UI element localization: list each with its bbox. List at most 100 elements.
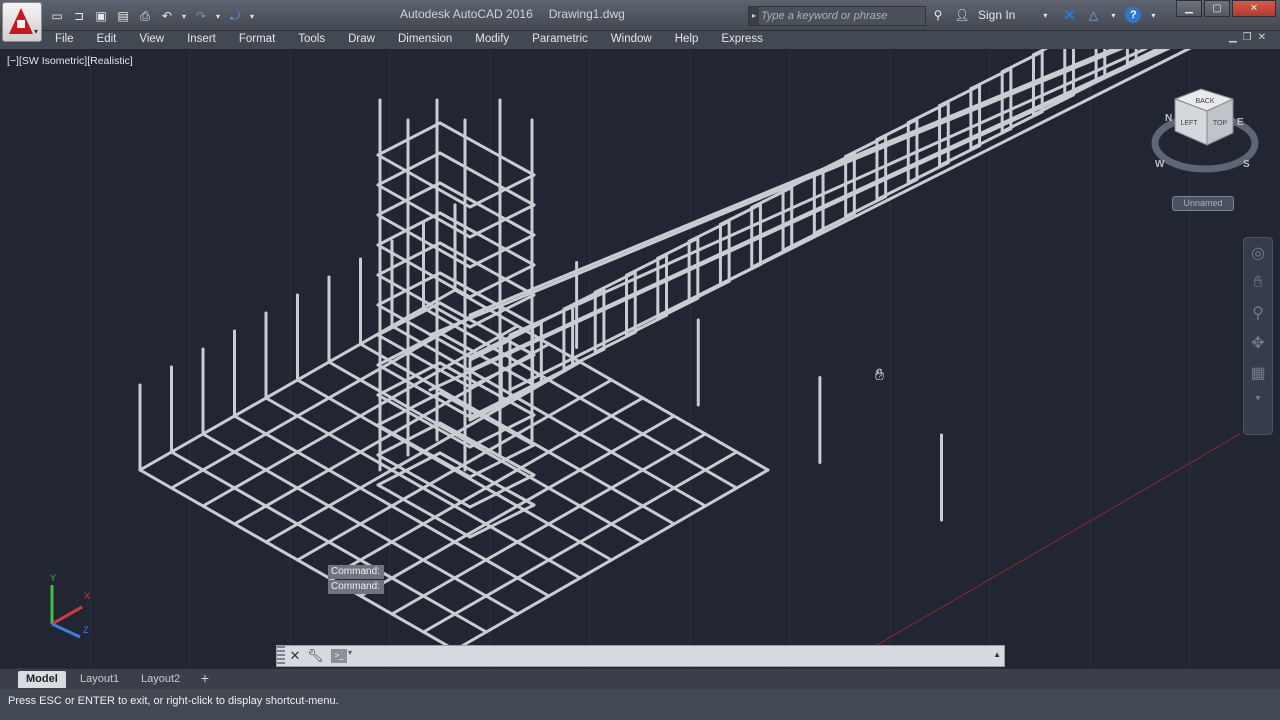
saveas-icon[interactable]: ▤ <box>114 7 132 25</box>
chevron-down-icon[interactable]: ▾ <box>348 648 352 657</box>
compass-east[interactable]: E <box>1237 117 1244 128</box>
document-title: Drawing1.dwg <box>548 7 625 21</box>
drawing-area[interactable]: [−][SW Isometric][Realistic] BACK LEFT T… <box>0 49 1280 668</box>
status-bar: Press ESC or ENTER to exit, or right-cli… <box>0 689 1280 720</box>
sign-in-link[interactable]: Sign In <box>978 8 1015 22</box>
model-grid <box>89 49 1241 668</box>
viewcube-face-back[interactable]: BACK <box>1195 98 1214 105</box>
window-title: Autodesk AutoCAD 2016 Drawing1.dwg <box>400 7 625 21</box>
menu-window[interactable]: Window <box>611 31 652 49</box>
binoculars-icon[interactable]: ⚲ <box>930 7 946 23</box>
menu-parametric[interactable]: Parametric <box>532 31 588 49</box>
chevron-down-icon[interactable]: ▾ <box>1109 7 1117 23</box>
a360-icon[interactable]: △ <box>1085 7 1101 23</box>
steering-wheel-icon[interactable]: ◎ <box>1244 238 1272 268</box>
workspace-icon[interactable]: ⤾ <box>226 7 244 25</box>
menu-bar: File Edit View Insert Format Tools Draw … <box>0 31 1280 49</box>
tab-layout2[interactable]: Layout2 <box>133 671 188 688</box>
compass-north[interactable]: N <box>1165 113 1172 124</box>
chevron-right-icon[interactable]: ▸ <box>749 7 759 25</box>
chevron-down-icon: ▾ <box>33 27 38 36</box>
status-message: Press ESC or ENTER to exit, or right-cli… <box>8 695 339 707</box>
viewcube-face-top[interactable]: TOP <box>1213 120 1228 127</box>
zoom-icon[interactable]: ⚲ <box>1244 298 1272 328</box>
tab-layout1[interactable]: Layout1 <box>72 671 127 688</box>
undo-dropdown-icon[interactable]: ▾ <box>180 7 188 25</box>
ucs-axis-z: Z <box>83 625 89 635</box>
menu-tools[interactable]: Tools <box>298 31 325 49</box>
redo-icon[interactable]: ↷ <box>192 7 210 25</box>
command-history: Command: Command: <box>328 565 384 595</box>
ucs-axis-x: X <box>84 591 90 601</box>
command-line-grip[interactable] <box>277 646 285 666</box>
viewport-controls-label[interactable]: [−][SW Isometric][Realistic] <box>7 55 133 67</box>
chevron-down-icon[interactable]: ▾ <box>1037 7 1053 23</box>
menu-edit[interactable]: Edit <box>97 31 117 49</box>
rebar-segment <box>468 203 536 239</box>
command-prompt-icon[interactable]: >_ <box>331 649 347 663</box>
chevron-down-icon[interactable]: ▾ <box>1149 7 1157 23</box>
viewcube-face-left[interactable]: LEFT <box>1180 120 1198 127</box>
command-history-line: Command: <box>328 565 384 579</box>
compass-south[interactable]: S <box>1243 159 1250 170</box>
rebar-segment <box>438 121 536 177</box>
menu-insert[interactable]: Insert <box>187 31 216 49</box>
rebar-segment <box>428 49 1171 392</box>
app-title: Autodesk AutoCAD 2016 <box>400 7 533 21</box>
rebar-segment <box>376 483 472 539</box>
menu-draw[interactable]: Draw <box>348 31 375 49</box>
new-icon[interactable]: ▭ <box>48 7 66 25</box>
menu-dimension[interactable]: Dimension <box>398 31 452 49</box>
customize-dropdown-icon[interactable]: ▾ <box>248 7 256 25</box>
layout-tabs: Model Layout1 Layout2 + <box>0 668 1280 689</box>
application-menu-button[interactable]: ▾ <box>2 2 42 42</box>
history-up-icon[interactable]: ▲ <box>993 650 1001 659</box>
infocenter-toolbar: ⚲ 👤︎ Sign In ▾ ✕ △ ▾ ? ▾ <box>930 7 1157 24</box>
menu-file[interactable]: File <box>55 31 74 49</box>
command-input[interactable] <box>359 648 979 664</box>
document-window-controls: ▁ ❐ ✕ <box>1229 32 1266 43</box>
exchange-icon[interactable]: ✕ <box>1061 7 1077 24</box>
command-line: ✕ 🔧︎ >_ ▾ ▲ <box>276 645 1005 667</box>
close-button[interactable]: ✕ <box>1232 0 1276 17</box>
command-history-line: Command: <box>328 580 384 594</box>
window-controls: ▁ ▢ ✕ <box>1176 0 1276 17</box>
ucs-axis-y: Y <box>50 573 56 583</box>
user-icon[interactable]: 👤︎ <box>954 7 970 23</box>
maximize-button[interactable]: ▢ <box>1204 0 1230 17</box>
menu-help[interactable]: Help <box>675 31 699 49</box>
add-layout-button[interactable]: + <box>196 671 214 687</box>
showmotion-icon[interactable]: ▦ <box>1244 358 1272 388</box>
autocad-window: { "window": { "app_title": "Autodesk Aut… <box>0 0 1280 720</box>
save-icon[interactable]: ▣ <box>92 7 110 25</box>
quick-access-toolbar: ▭ ⊐ ▣ ▤ ⎙ ↶ ▾ ↷ ▾ ⤾ ▾ <box>48 6 256 26</box>
help-icon[interactable]: ? <box>1125 7 1142 23</box>
menu-view[interactable]: View <box>139 31 164 49</box>
search-input[interactable]: ▸ Type a keyword or phrase <box>748 6 926 26</box>
doc-close-button[interactable]: ✕ <box>1258 32 1266 43</box>
rebar-segment <box>468 173 536 209</box>
autocad-logo-icon <box>9 8 33 34</box>
undo-icon[interactable]: ↶ <box>158 7 176 25</box>
pan-hand-cursor-icon: ✋︎ <box>875 367 885 384</box>
redo-dropdown-icon[interactable]: ▾ <box>214 7 222 25</box>
doc-minimize-button[interactable]: ▁ <box>1229 32 1237 43</box>
pan-hand-icon[interactable]: ✋︎ <box>1244 268 1272 298</box>
menu-format[interactable]: Format <box>239 31 275 49</box>
ucs-menu[interactable]: Unnamed <box>1172 196 1234 211</box>
compass-west[interactable]: W <box>1155 159 1165 170</box>
menu-express[interactable]: Express <box>721 31 763 49</box>
tab-model[interactable]: Model <box>18 671 66 688</box>
rebar-model <box>138 49 1192 652</box>
orbit-icon[interactable]: ✥ <box>1244 328 1272 358</box>
close-icon[interactable]: ✕ <box>287 648 303 664</box>
menu-modify[interactable]: Modify <box>475 31 509 49</box>
navbar-options-icon[interactable]: ▾ <box>1244 388 1272 408</box>
open-icon[interactable]: ⊐ <box>70 7 88 25</box>
title-bar: ▾ ▭ ⊐ ▣ ▤ ⎙ ↶ ▾ ↷ ▾ ⤾ ▾ Autodesk AutoCAD… <box>0 0 1280 42</box>
minimize-button[interactable]: ▁ <box>1176 0 1202 17</box>
plot-icon[interactable]: ⎙ <box>136 7 154 25</box>
search-placeholder: Type a keyword or phrase <box>761 10 888 22</box>
doc-restore-button[interactable]: ❐ <box>1243 32 1252 43</box>
customize-wrench-icon[interactable]: 🔧︎ <box>307 648 324 664</box>
